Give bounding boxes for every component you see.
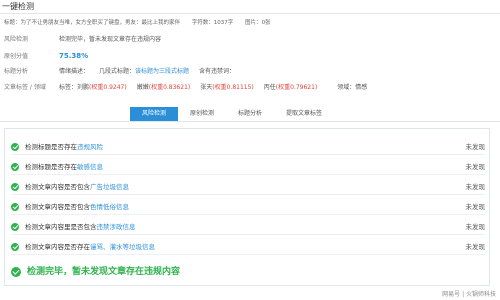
check-result: 未发现 [465, 203, 486, 211]
structure-label: 几段式标题： [99, 68, 136, 75]
structure-value: 该标题为三段式标题 [135, 68, 190, 75]
tab-extract-tags[interactable]: 提取文章标签 [274, 107, 334, 121]
check-result: 未发现 [465, 183, 486, 191]
emotion-label: 情绪描述： [59, 68, 90, 75]
tab-title-analysis[interactable]: 标题分析 [226, 107, 274, 121]
tags-row: 文章标签 / 领域 标签：刘鹏(权重0.9247) 嫩嫩(权重0.83621) 张天(… [4, 82, 367, 94]
check-row: 检测文章内容是否包含广告垃圾信息 未发现 [11, 179, 485, 195]
score-row: 原创分值 75.38% [4, 50, 88, 62]
check-row: 检测文章内容是否包含色情低俗信息 未发现 [11, 199, 485, 215]
meta-images-value: 0张 [261, 20, 271, 26]
check-result: 未发现 [465, 223, 486, 231]
check-text: 检测文章内容是否包含广告垃圾信息 [25, 183, 129, 191]
risk-row: 风险检测 检测完毕，暂未发现文章存在违规内容 [4, 34, 161, 46]
check-result: 未发现 [465, 163, 486, 171]
tags-label: 文章标签 / 领域 [4, 84, 46, 91]
article-meta: 标题：为了不让男朋友当唯，女方全职买了键盘，男友：最比上我的家伴 字符数：103… [4, 18, 496, 30]
meta-title-value: 为了不让男朋友当唯，女方全职买了键盘，男友：最比上我的家伴 [20, 20, 181, 26]
meta-title: 标题：为了不让男朋友当唯，女方全职买了键盘，男友：最比上我的家伴 [4, 18, 180, 26]
window-title-bar: 一键检测 [0, 0, 500, 14]
tab-risk-check[interactable]: 风险检测 [130, 107, 179, 121]
check-ok-icon [11, 183, 19, 191]
check-ok-icon [11, 243, 19, 251]
risk-value: 检测完毕，暂未发现文章存在违规内容 [59, 36, 162, 43]
check-result: 未发现 [465, 143, 486, 151]
tag-item: 刘鹏(权重0.9247) [77, 84, 127, 91]
score-label: 原创分值 [4, 53, 29, 60]
window-title: 一键检测 [2, 2, 34, 11]
tags-prefix: 标签： [59, 84, 78, 91]
risk-check-panel: 检测标题是否存在违规风险 未发现 检测标题是否存在敏感信息 未发现 检测文章内容… [4, 128, 490, 286]
check-row: 检测标题是否存在违规风险 未发现 [11, 139, 485, 155]
check-ok-icon [11, 143, 19, 151]
meta-title-label: 标题： [4, 20, 21, 26]
domain-label: 领域： [337, 84, 356, 91]
tag-item: 嫩嫩(权重0.83621) [136, 84, 191, 91]
sensitive-label: 含有违禁词： [199, 68, 236, 75]
tag-item: 丙任(权重0.79621) [263, 84, 318, 91]
tab-original-check[interactable]: 原创检测 [178, 107, 226, 121]
check-row: 检测文章内容是否存在谩骂、灌水等垃圾信息 未发现 [11, 239, 485, 255]
final-message: 检测完毕，暂未发现文章存在违规内容 [27, 267, 181, 277]
check-text: 检测标题是否存在违规风险 [25, 143, 103, 151]
check-ok-icon [11, 223, 19, 231]
risk-label: 风险检测 [4, 36, 29, 43]
watermark: 网易号 | 火锅师科技 [442, 291, 496, 298]
check-row: 检测标题是否存在敏感信息 未发现 [11, 159, 485, 175]
success-check-icon [11, 267, 21, 277]
tab-bar: 风险检测 原创检测 标题分析 提取文章标签 [130, 107, 334, 121]
title-analysis-row: 标题分析 情绪描述： 几段式标题：该标题为三段式标题 含有违禁词： [4, 66, 235, 78]
meta-word-count-value: 1037字 [213, 20, 234, 26]
check-text: 检测标题是否存在敏感信息 [25, 163, 103, 171]
check-row: 检测文章内容里是否包含违禁涉政信息 未发现 [11, 219, 485, 235]
check-ok-icon [11, 163, 19, 171]
meta-images-label: 图片： [245, 20, 262, 26]
check-ok-icon [11, 203, 19, 211]
check-result: 未发现 [465, 243, 486, 251]
score-value: 75.38% [59, 52, 89, 60]
domain-value: 情感 [355, 84, 368, 91]
check-text: 检测文章内容是否包含色情低俗信息 [25, 203, 129, 211]
meta-word-count: 字符数：1037字 [192, 18, 234, 26]
meta-word-count-label: 字符数： [191, 20, 214, 26]
tab-divider [0, 121, 500, 122]
meta-images: 图片：0张 [245, 18, 271, 26]
check-text: 检测文章内容里是否包含违禁涉政信息 [25, 223, 136, 231]
tag-item: 张天(权重0.81115) [200, 84, 254, 91]
title-analysis-label: 标题分析 [4, 68, 29, 75]
check-text: 检测文章内容是否存在谩骂、灌水等垃圾信息 [25, 243, 155, 251]
